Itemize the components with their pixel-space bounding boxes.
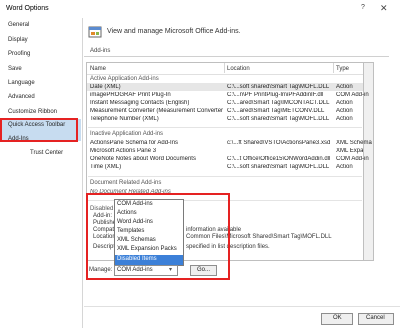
column-header-name[interactable]: Name: [90, 66, 106, 72]
table-row-name[interactable]: imagePROGRAF Print Plug-In: [90, 92, 223, 98]
close-icon[interactable]: ✕: [380, 3, 388, 14]
table-row-location[interactable]: C:\...ared\Smart Tag\METCONV.DLL: [227, 108, 332, 114]
group-active-add-ins: Active Application Add-ins: [90, 76, 159, 82]
table-row-location[interactable]: C:\...soft shared\Smart Tag\MOFL.DLL: [227, 116, 332, 122]
table-row-location[interactable]: C:\...soft shared\Smart Tag\MOFL.DLL: [227, 84, 332, 90]
table-row-name[interactable]: ActionsPane Schema for Add-Ins: [90, 140, 223, 146]
table-row-location[interactable]: C:\...ared\Smart Tag\IMCONTACT.DLL: [227, 100, 332, 106]
table-row-location[interactable]: C:\...t Office\Office15\ONWordAddin.dll: [227, 156, 332, 162]
section-divider: [84, 56, 389, 57]
page-header: View and manage Microsoft Office Add-ins…: [107, 28, 241, 35]
table-row-location[interactable]: C:\...soft shared\Smart Tag\MOFL.DLL: [227, 164, 332, 170]
column-separator: [333, 63, 334, 73]
group-inactive-add-ins: Inactive Application Add-ins: [90, 131, 164, 137]
sidebar-item-language[interactable]: Language: [8, 80, 35, 86]
sidebar-item-display[interactable]: Display: [8, 37, 28, 43]
header-divider: [87, 74, 363, 75]
help-button[interactable]: ?: [361, 4, 365, 11]
column-header-type[interactable]: Type: [336, 66, 349, 72]
table-row-type[interactable]: Action: [336, 100, 376, 106]
table-row-name[interactable]: Date (XML): [90, 84, 223, 90]
table-row-location[interactable]: c:\...ft Shared\VSTO\ActionsPane3.xsd: [227, 140, 332, 146]
table-row-name[interactable]: OneNote Notes about Word Documents: [90, 156, 223, 162]
annotation-highlight-box: [0, 118, 78, 142]
footer-divider: [84, 306, 400, 307]
table-row-type[interactable]: Action: [336, 164, 376, 170]
ok-button-label[interactable]: OK: [333, 315, 342, 321]
sidebar: [0, 18, 83, 328]
table-row-name[interactable]: Microsoft Actions Pane 3: [90, 148, 223, 154]
table-row-name[interactable]: Time (XML): [90, 164, 223, 170]
group-document-add-ins: Document Related Add-ins: [90, 180, 162, 186]
add-ins-icon: [88, 26, 102, 38]
sidebar-item-general[interactable]: General: [8, 22, 29, 28]
sidebar-item-proofing[interactable]: Proofing: [8, 51, 30, 57]
table-row-name[interactable]: Telephone Number (XML): [90, 116, 223, 122]
sidebar-item-save[interactable]: Save: [8, 66, 22, 72]
table-row-type[interactable]: COM Add-in: [336, 92, 376, 98]
cancel-button-label[interactable]: Cancel: [366, 315, 385, 321]
annotation-highlight-box: [86, 193, 230, 280]
group-divider: [88, 176, 362, 177]
table-row-location[interactable]: C:\...n\PF PrintPlug-In\iPFAddinIF.dll: [227, 92, 332, 98]
sidebar-item-customize-ribbon[interactable]: Customize Ribbon: [8, 109, 57, 115]
sidebar-item-trust-center[interactable]: Trust Center: [30, 150, 63, 156]
table-row-name[interactable]: Instant Messaging Contacts (English): [90, 100, 223, 106]
section-title: Add-ins: [90, 48, 111, 54]
table-row-name[interactable]: Measurement Converter (Measurement Conve…: [90, 108, 223, 114]
table-row-type[interactable]: XML Schema: [336, 140, 376, 146]
table-row-type[interactable]: Action: [336, 108, 376, 114]
table-row-type[interactable]: Action: [336, 116, 376, 122]
table-row-type[interactable]: Action: [336, 84, 376, 90]
column-header-location[interactable]: Location: [227, 66, 250, 72]
table-row-type[interactable]: COM Add-in: [336, 156, 376, 162]
table-row-type[interactable]: XML Expansion Pack: [336, 148, 363, 154]
title-bar: [0, 0, 400, 18]
column-separator: [224, 63, 225, 73]
group-divider: [88, 127, 362, 128]
sidebar-item-advanced[interactable]: Advanced: [8, 94, 35, 100]
window-title: Word Options: [6, 5, 49, 12]
